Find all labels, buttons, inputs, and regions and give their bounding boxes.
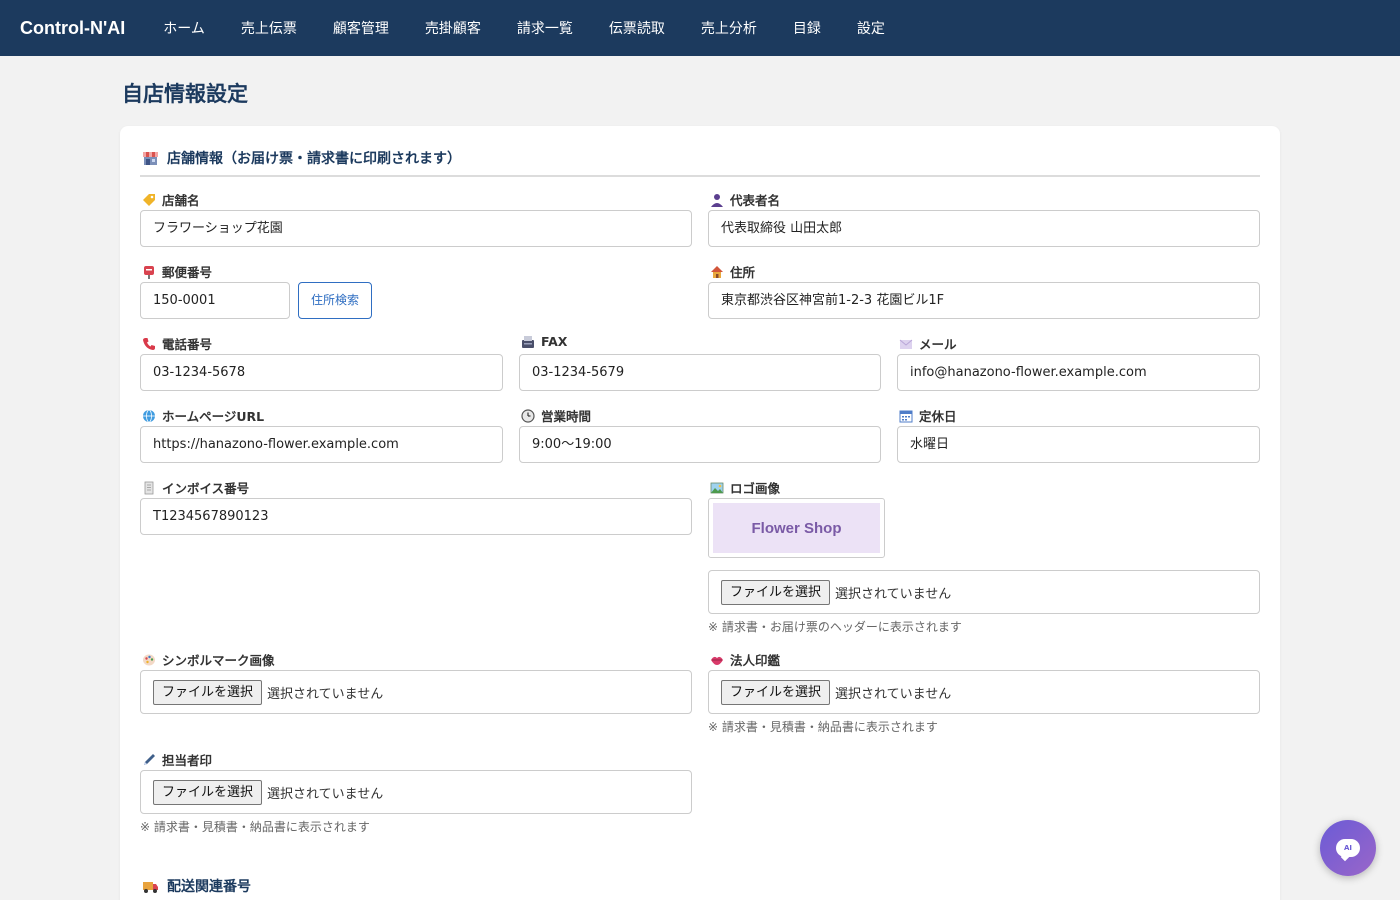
representative-label-text: 代表者名 xyxy=(730,193,781,208)
envelope-icon xyxy=(899,337,913,351)
invoice-label: インボイス番号 xyxy=(142,478,249,497)
corporate-seal-file-status: 選択されていません xyxy=(835,686,952,702)
homepage-input[interactable]: https://hanazono-flower.example.com xyxy=(140,426,503,463)
hours-label-text: 営業時間 xyxy=(541,409,592,424)
email-label: メール xyxy=(899,334,957,353)
ai-chat-badge: AI xyxy=(1343,844,1353,852)
globe-icon xyxy=(142,409,156,423)
clock-icon xyxy=(521,408,535,423)
calendar-icon xyxy=(899,409,913,423)
fax-label: FAX xyxy=(521,334,567,349)
symbol-label-text: シンボルマーク画像 xyxy=(162,653,275,668)
store-name-label: 店舗名 xyxy=(142,190,200,209)
staff-seal-file-select-button[interactable]: ファイルを選択 xyxy=(153,779,263,805)
app-brand[interactable]: Control-N'AI xyxy=(20,18,125,39)
staff-seal-label: 担当者印 xyxy=(142,750,212,769)
truck-icon xyxy=(142,878,159,895)
top-navbar: Control-N'AI ホーム 売上伝票 顧客管理 売掛顧客 請求一覧 伝票読… xyxy=(0,0,1400,56)
homepage-label-text: ホームページURL xyxy=(162,409,265,424)
fax-icon xyxy=(521,335,535,349)
logo-file-select-button[interactable]: ファイルを選択 xyxy=(721,579,831,605)
address-input[interactable]: 東京都渋谷区神宮前1-2-3 花園ビル1F xyxy=(708,282,1260,319)
corporate-seal-file-select-button[interactable]: ファイルを選択 xyxy=(721,679,831,705)
nav-item-sales-slip[interactable]: 売上伝票 xyxy=(241,18,297,38)
staff-seal-label-text: 担当者印 xyxy=(162,753,213,768)
lips-icon xyxy=(710,653,724,667)
address-search-button[interactable]: 住所検索 xyxy=(298,282,372,319)
fax-label-text: FAX xyxy=(541,334,568,349)
holiday-label-text: 定休日 xyxy=(919,409,957,424)
store-settings-card: 店舗情報（お届け票・請求書に印刷されます） 店舗名 フラワーショップ花園 代表者… xyxy=(120,126,1280,900)
page-title: 自店情報設定 xyxy=(122,82,248,106)
store-name-label-text: 店舗名 xyxy=(162,193,200,208)
hours-label: 営業時間 xyxy=(521,406,591,425)
store-section-heading: 店舗情報（お届け票・請求書に印刷されます） xyxy=(142,148,461,168)
logo-file-status: 選択されていません xyxy=(835,586,952,602)
store-name-input[interactable]: フラワーショップ花園 xyxy=(140,210,692,247)
corporate-seal-note: ※ 請求書・見積書・納品書に表示されます xyxy=(708,720,938,734)
symbol-file-input[interactable]: ファイルを選択 選択されていません xyxy=(140,670,692,714)
logo-preview: Flower Shop xyxy=(708,498,885,558)
fax-input[interactable]: 03-1234-5679 xyxy=(519,354,881,391)
pen-icon xyxy=(142,753,156,767)
person-icon xyxy=(710,193,724,207)
invoice-label-text: インボイス番号 xyxy=(162,481,250,496)
nav-item-invoices[interactable]: 請求一覧 xyxy=(517,18,573,38)
postbox-icon xyxy=(142,265,156,279)
logo-file-input[interactable]: ファイルを選択 選択されていません xyxy=(708,570,1260,614)
email-input[interactable]: info@hanazono-flower.example.com xyxy=(897,354,1260,391)
corporate-seal-label-text: 法人印鑑 xyxy=(730,653,781,668)
logo-label-text: ロゴ画像 xyxy=(730,481,781,496)
receipt-icon xyxy=(142,481,156,495)
logo-preview-image: Flower Shop xyxy=(713,503,880,553)
phone-label-text: 電話番号 xyxy=(162,337,213,352)
postal-label-text: 郵便番号 xyxy=(162,265,213,280)
nav-item-settings[interactable]: 設定 xyxy=(857,18,885,38)
address-label-text: 住所 xyxy=(730,265,756,280)
chat-bubble-icon: AI xyxy=(1336,839,1360,857)
tag-icon xyxy=(142,193,156,207)
hours-input[interactable]: 9:00〜19:00 xyxy=(519,426,881,463)
corporate-seal-label: 法人印鑑 xyxy=(710,650,780,669)
holiday-label: 定休日 xyxy=(899,406,957,425)
nav-item-catalog[interactable]: 目録 xyxy=(793,18,821,38)
store-section-title: 店舗情報（お届け票・請求書に印刷されます） xyxy=(167,151,461,167)
representative-label: 代表者名 xyxy=(710,190,780,209)
phone-icon xyxy=(142,337,156,351)
delivery-section-heading: 配送関連番号 xyxy=(142,876,251,896)
invoice-number-input[interactable]: T1234567890123 xyxy=(140,498,692,535)
staff-seal-file-status: 選択されていません xyxy=(267,786,384,802)
corporate-seal-file-input[interactable]: ファイルを選択 選択されていません xyxy=(708,670,1260,714)
house-icon xyxy=(710,265,724,279)
store-icon xyxy=(142,150,159,167)
phone-label: 電話番号 xyxy=(142,334,212,353)
phone-input[interactable]: 03-1234-5678 xyxy=(140,354,503,391)
nav-item-receivables[interactable]: 売掛顧客 xyxy=(425,18,481,38)
section-divider xyxy=(140,175,1260,177)
nav-item-customers[interactable]: 顧客管理 xyxy=(333,18,389,38)
symbol-file-select-button[interactable]: ファイルを選択 xyxy=(153,679,263,705)
staff-seal-note: ※ 請求書・見積書・納品書に表示されます xyxy=(140,820,370,834)
postal-code-input[interactable]: 150-0001 xyxy=(140,282,290,319)
symbol-file-status: 選択されていません xyxy=(267,686,384,702)
staff-seal-file-input[interactable]: ファイルを選択 選択されていません xyxy=(140,770,692,814)
nav-item-home[interactable]: ホーム xyxy=(163,18,205,38)
email-label-text: メール xyxy=(919,337,957,352)
ai-chat-button[interactable]: AI xyxy=(1320,820,1376,876)
picture-icon xyxy=(710,481,724,495)
homepage-label: ホームページURL xyxy=(142,406,264,425)
logo-note: ※ 請求書・お届け票のヘッダーに表示されます xyxy=(708,620,962,634)
nav-item-slip-reader[interactable]: 伝票読取 xyxy=(609,18,665,38)
palette-icon xyxy=(142,653,156,667)
logo-label: ロゴ画像 xyxy=(710,478,780,497)
symbol-label: シンボルマーク画像 xyxy=(142,650,275,669)
address-label: 住所 xyxy=(710,262,755,281)
representative-input[interactable]: 代表取締役 山田太郎 xyxy=(708,210,1260,247)
holiday-input[interactable]: 水曜日 xyxy=(897,426,1260,463)
postal-label: 郵便番号 xyxy=(142,262,212,281)
delivery-section-title: 配送関連番号 xyxy=(167,879,251,895)
nav-item-sales-analysis[interactable]: 売上分析 xyxy=(701,18,757,38)
